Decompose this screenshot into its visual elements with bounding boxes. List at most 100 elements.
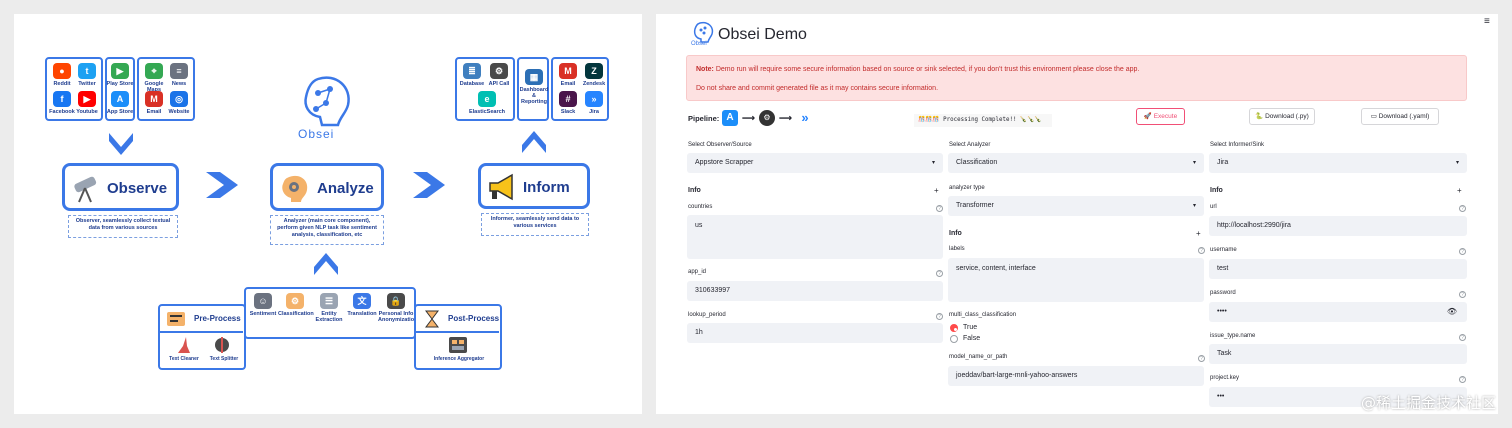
email-icon: M — [145, 91, 163, 107]
chevron-down-icon: ▾ — [1192, 203, 1196, 209]
app-id-input[interactable]: 310633997 — [687, 281, 943, 301]
chevron-right-icon — [206, 172, 238, 198]
play-store-icon: ▶ — [111, 63, 129, 79]
eye-icon[interactable]: 👁 — [1447, 302, 1457, 322]
observer-select[interactable]: Appstore Scrapper ▾ — [687, 153, 943, 173]
dashboard-icon: ▦ — [525, 69, 543, 85]
sink-tile: ≣ Database — [457, 63, 487, 87]
arrow-icon: ⟶ — [742, 113, 755, 123]
arrow-icon: ⟶ — [779, 113, 792, 123]
help-icon[interactable]: ? — [1198, 355, 1205, 362]
project-key-label: project.key — [1210, 375, 1240, 381]
aggregator-icon — [449, 337, 467, 353]
issue-type-label: issue_type.name — [1210, 333, 1256, 339]
help-icon[interactable]: ? — [1459, 248, 1466, 255]
radio-true[interactable] — [950, 324, 958, 332]
broom-icon — [178, 337, 190, 353]
analyzer-type-select[interactable]: Transformer ▾ — [948, 196, 1204, 216]
help-icon[interactable]: ? — [1459, 205, 1466, 212]
twitter-icon: t — [78, 63, 96, 79]
rocket-icon: 🚀 — [1143, 113, 1152, 120]
sink-tile: ⚙ API Call — [484, 63, 514, 87]
obsei-logo — [304, 76, 350, 127]
informer-select-label: Select Informer/Sink — [1210, 142, 1265, 148]
informer-select[interactable]: Jira ▾ — [1209, 153, 1467, 173]
brain-gear-icon — [282, 175, 308, 202]
help-icon[interactable]: ? — [936, 313, 943, 320]
analyzer-tile: ☰ Entity Extraction — [312, 293, 346, 323]
download-py-button[interactable]: 🐍 Download (.py) — [1249, 108, 1315, 125]
countries-label: countries — [688, 204, 713, 210]
source-tile: ◎ Website — [164, 91, 194, 115]
download-yaml-button[interactable]: ▭ Download (.yaml) — [1361, 108, 1439, 125]
informer-info-heading[interactable]: Info — [1210, 187, 1223, 194]
megaphone-icon — [489, 173, 513, 201]
sources-stores-box: ▶ Play Store A App Store — [105, 57, 135, 121]
help-icon[interactable]: ? — [1198, 247, 1205, 254]
hourglass-icon — [425, 310, 439, 328]
observer-info-heading[interactable]: Info — [688, 187, 701, 194]
slack-icon: # — [559, 91, 577, 107]
radio-false[interactable] — [950, 335, 958, 343]
issue-type-input[interactable]: Task — [1209, 344, 1467, 364]
lookup-period-input[interactable]: 1h — [687, 323, 943, 343]
help-icon[interactable]: ? — [936, 205, 943, 212]
google-maps-icon: ⌖ — [145, 63, 163, 79]
analyzer-info-heading[interactable]: Info — [949, 230, 962, 237]
expand-icon[interactable]: + — [1457, 186, 1462, 195]
app-id-label: app_id — [688, 269, 707, 275]
divider — [416, 331, 499, 333]
analyze-stage: Analyze — [270, 163, 384, 211]
database-icon: ≣ — [463, 63, 481, 79]
chevron-right-icon — [413, 172, 445, 198]
password-input[interactable]: •••• 👁 — [1209, 302, 1467, 322]
multi-class-label: multi_class_classification — [949, 312, 1017, 318]
inference-aggregator-label: Inference Aggregator — [433, 356, 485, 362]
sinks-dashboard-box: ▦ Dashboard & Reporting — [517, 57, 549, 121]
facebook-icon: f — [53, 91, 71, 107]
sinks-data-box: ≣ Database ⚙ API Call e ElasticSearch — [455, 57, 515, 121]
labels-textarea[interactable]: service, content, interface — [948, 258, 1204, 302]
help-icon[interactable]: ? — [936, 270, 943, 277]
analyzer-type-label: analyzer type — [949, 185, 985, 191]
youtube-icon: ▶ — [78, 91, 96, 107]
expand-icon[interactable]: + — [934, 186, 939, 195]
website-icon: ◎ — [170, 91, 188, 107]
chevron-down-icon: ▾ — [1455, 160, 1459, 166]
countries-textarea[interactable]: us — [687, 215, 943, 259]
obsei-demo-app: Obsei Obsei Demo ≡ Note: Demo run will r… — [656, 14, 1498, 414]
execute-button[interactable]: 🚀 Execute — [1136, 108, 1185, 125]
jira-icon: » — [801, 110, 809, 125]
text-splitter-label: Text Splitter — [209, 356, 239, 362]
help-icon[interactable]: ? — [1459, 291, 1466, 298]
analyzers-box: ☺ Sentiment ⚙ Classification ☰ Entity Extra… — [244, 287, 417, 339]
url-input[interactable]: http://localhost:2990/jira — [1209, 216, 1467, 236]
elasticsearch-icon: e — [478, 91, 496, 107]
password-label: password — [1210, 290, 1236, 296]
analyzer-select[interactable]: Classification ▾ — [948, 153, 1204, 173]
pipeline-label: Pipeline: — [688, 114, 720, 123]
model-name-input[interactable]: joeddav/bart-large-mnli-yahoo-answers — [948, 366, 1204, 386]
reddit-icon: ● — [53, 63, 71, 79]
username-input[interactable]: test — [1209, 259, 1467, 279]
warning-line-1: Note: Demo run will require some secure … — [696, 66, 1140, 73]
chevron-up-icon — [522, 131, 546, 153]
architecture-diagram: ● Reddit t Twitter f Facebook ▶ Youtube ▶ Pla… — [14, 14, 642, 414]
observer-select-label: Select Observer/Source — [688, 142, 752, 148]
help-icon[interactable]: ? — [1459, 376, 1466, 383]
source-tile: t Twitter — [72, 63, 102, 87]
hamburger-icon[interactable]: ≡ — [1484, 16, 1490, 27]
api-call-icon: ⚙ — [490, 63, 508, 79]
classification-icon: ⚙ — [286, 293, 304, 309]
expand-icon[interactable]: + — [1196, 229, 1201, 238]
translation-icon: 文 — [353, 293, 371, 309]
source-tile: ▶ Youtube — [72, 91, 102, 115]
postprocess-label: Post-Process — [448, 314, 500, 323]
analyzer-tile: 🔒 Personal Info Anonymization — [378, 293, 417, 323]
sink-tile: ▦ Dashboard & Reporting — [519, 69, 549, 105]
help-icon[interactable]: ? — [1459, 334, 1466, 341]
sentiment-icon: ☺ — [254, 293, 272, 309]
entity-extraction-icon: ☰ — [320, 293, 338, 309]
warning-line-2: Do not share and commit generated file a… — [696, 85, 939, 92]
observe-label: Observe — [107, 180, 168, 197]
